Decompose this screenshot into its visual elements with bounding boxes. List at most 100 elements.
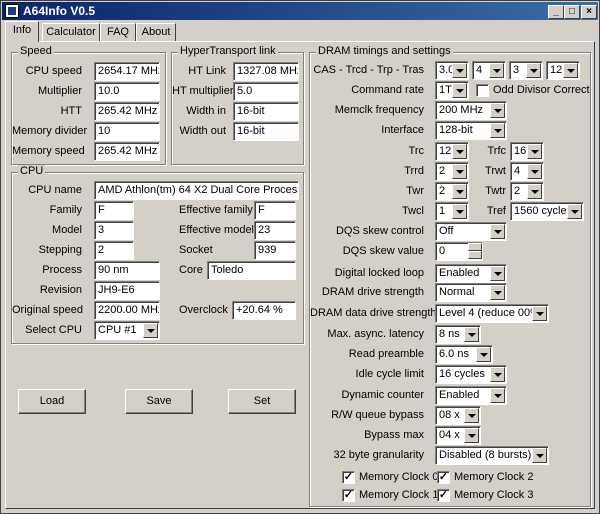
close-button[interactable]: ×: [581, 5, 597, 19]
ht-multiplier-field[interactable]: 5.0: [233, 82, 299, 101]
chevron-down-icon[interactable]: [532, 306, 547, 321]
dynamic-counter-select[interactable]: Enabled: [435, 386, 507, 405]
dqs-skew-control-select[interactable]: Off: [435, 222, 507, 241]
htt-field[interactable]: 265.42 MHz: [94, 102, 160, 121]
chevron-down-icon[interactable]: [567, 204, 582, 219]
digital-locked-loop-select[interactable]: Enabled: [435, 264, 507, 283]
interface-select[interactable]: 128-bit: [435, 121, 507, 140]
spin-down-icon[interactable]: [468, 251, 482, 259]
dqs-skew-spinner[interactable]: [468, 243, 482, 260]
byte-granularity-select[interactable]: Disabled (8 bursts): [435, 446, 549, 465]
tab-calculator[interactable]: Calculator: [42, 23, 100, 41]
memory-clock-0-checkbox[interactable]: ✓: [342, 471, 355, 484]
overclock-field[interactable]: +20.64 %: [232, 301, 296, 320]
tab-faq[interactable]: FAQ: [100, 23, 136, 41]
chevron-down-icon[interactable]: [532, 448, 547, 463]
effective-model-field[interactable]: 23: [254, 221, 296, 240]
tras-select[interactable]: 12: [546, 61, 580, 80]
trcd-select[interactable]: 4: [472, 61, 506, 80]
dqs-skew-value-field[interactable]: 0: [435, 242, 483, 261]
dram-data-drive-strength-select[interactable]: Level 4 (reduce 00%): [435, 304, 549, 323]
chevron-down-icon[interactable]: [143, 323, 158, 338]
command-rate-select[interactable]: 1T: [435, 81, 469, 100]
set-button[interactable]: Set: [228, 389, 296, 414]
trfc-select[interactable]: 16: [510, 142, 544, 161]
ht-link-field[interactable]: 1327.08 MHz: [233, 62, 299, 81]
rw-queue-bypass-select[interactable]: 08 x: [435, 406, 481, 425]
chevron-down-icon[interactable]: [452, 164, 467, 179]
chevron-down-icon[interactable]: [476, 347, 491, 362]
width-out-field[interactable]: 16-bit: [233, 122, 299, 141]
stepping-field[interactable]: 2: [94, 241, 134, 260]
chevron-down-icon[interactable]: [490, 285, 505, 300]
odd-divisor-checkbox[interactable]: [476, 84, 489, 97]
title-bar[interactable]: A64Info V0.5 _ □ ×: [2, 2, 598, 20]
socket-field[interactable]: 939: [254, 241, 296, 260]
dram-drive-strength-select[interactable]: Normal: [435, 283, 507, 302]
cpu-name-field[interactable]: AMD Athlon(tm) 64 X2 Dual Core Processor…: [94, 181, 299, 200]
overclock-label: Overclock: [179, 304, 228, 316]
width-in-field[interactable]: 16-bit: [233, 102, 299, 121]
core-field[interactable]: Toledo: [207, 261, 296, 280]
chevron-down-icon[interactable]: [490, 123, 505, 138]
family-field[interactable]: F: [94, 201, 134, 220]
chevron-down-icon[interactable]: [464, 408, 479, 423]
trwt-select[interactable]: 4: [510, 162, 544, 181]
save-button[interactable]: Save: [125, 389, 193, 414]
spin-up-icon[interactable]: [468, 243, 482, 251]
chevron-down-icon[interactable]: [452, 184, 467, 199]
twr-select[interactable]: 2: [435, 182, 469, 201]
tab-info[interactable]: Info: [5, 21, 39, 42]
load-button[interactable]: Load: [18, 389, 86, 414]
tref-select[interactable]: 1560 cycles: [510, 202, 584, 221]
minimize-button[interactable]: _: [548, 5, 564, 19]
memory-clock-1-checkbox[interactable]: ✓: [342, 489, 355, 502]
chevron-down-icon[interactable]: [527, 184, 542, 199]
chevron-down-icon[interactable]: [464, 428, 479, 443]
twcl-select[interactable]: 1: [435, 202, 469, 221]
chevron-down-icon[interactable]: [526, 63, 541, 78]
chevron-down-icon[interactable]: [490, 388, 505, 403]
chevron-down-icon[interactable]: [527, 144, 542, 159]
trp-select[interactable]: 3: [509, 61, 543, 80]
chevron-down-icon[interactable]: [490, 103, 505, 118]
model-field[interactable]: 3: [94, 221, 134, 240]
chevron-down-icon[interactable]: [490, 266, 505, 281]
digital-locked-loop-label: Digital locked loop: [334, 267, 424, 279]
select-cpu-dropdown[interactable]: CPU #1: [94, 321, 160, 340]
read-preamble-select[interactable]: 6.0 ns: [435, 345, 493, 364]
tab-about[interactable]: About: [136, 23, 176, 41]
effective-family-field[interactable]: F: [254, 201, 296, 220]
chevron-down-icon[interactable]: [489, 63, 504, 78]
cpu-speed-field[interactable]: 2654.17 MHz: [94, 62, 160, 81]
chevron-down-icon[interactable]: [452, 204, 467, 219]
trc-select[interactable]: 12: [435, 142, 469, 161]
speed-group-title: Speed: [18, 45, 54, 57]
chevron-down-icon[interactable]: [452, 83, 467, 98]
memory-clock-3-checkbox[interactable]: ✓: [437, 489, 450, 502]
memclk-select[interactable]: 200 MHz: [435, 101, 507, 120]
chevron-down-icon[interactable]: [464, 327, 479, 342]
digital-locked-loop-value: Enabled: [439, 267, 480, 279]
chevron-down-icon[interactable]: [490, 224, 505, 239]
bypass-max-select[interactable]: 04 x: [435, 426, 481, 445]
max-async-latency-select[interactable]: 8 ns: [435, 325, 481, 344]
chevron-down-icon[interactable]: [490, 367, 505, 382]
idle-cycle-limit-select[interactable]: 16 cycles: [435, 365, 507, 384]
chevron-down-icon[interactable]: [527, 164, 542, 179]
memory-speed-field[interactable]: 265.42 MHz: [94, 142, 160, 161]
memory-clock-2-checkbox[interactable]: ✓: [437, 471, 450, 484]
revision-field[interactable]: JH9-E6: [94, 281, 160, 300]
original-speed-field[interactable]: 2200.00 MHz: [94, 301, 160, 320]
chevron-down-icon[interactable]: [452, 63, 467, 78]
twtr-select[interactable]: 2: [510, 182, 544, 201]
process-field[interactable]: 90 nm: [94, 261, 160, 280]
trrd-select[interactable]: 2: [435, 162, 469, 181]
multiplier-field[interactable]: 10.0: [94, 82, 160, 101]
memory-divider-field[interactable]: 10: [94, 122, 160, 141]
socket-label: Socket: [179, 244, 213, 256]
chevron-down-icon[interactable]: [452, 144, 467, 159]
maximize-button[interactable]: □: [564, 5, 580, 19]
cas-select[interactable]: 3.0: [435, 61, 469, 80]
chevron-down-icon[interactable]: [563, 63, 578, 78]
